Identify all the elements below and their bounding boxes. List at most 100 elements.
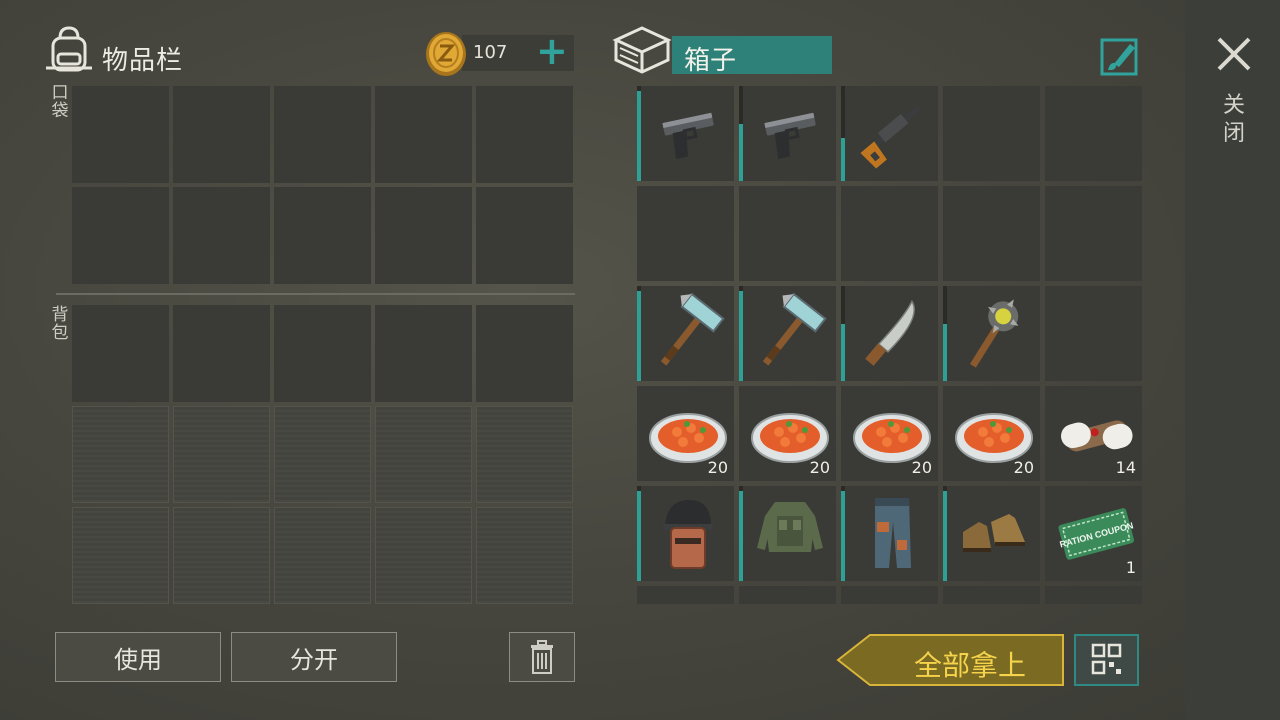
item-quantity: 20 [911,458,932,477]
sort-button[interactable] [1074,634,1139,686]
durability-fill [637,290,641,381]
locked-backpack-slot [72,507,169,604]
pocket-label: 口袋 [51,83,69,121]
container-slot-food-plate[interactable]: 20 [637,386,734,481]
backpack-slot[interactable] [173,305,270,402]
durability-bar [637,86,641,181]
backpack-slot[interactable] [375,305,472,402]
item-quantity: 14 [1115,458,1136,477]
container-slot-pistol[interactable] [637,86,734,181]
durability-fill [841,138,845,181]
container-slot-empty[interactable] [739,186,836,281]
container-slot-pants[interactable] [841,486,938,581]
pocket-slot[interactable] [274,86,371,183]
trash-button[interactable] [509,632,575,682]
container-slot-empty[interactable] [1045,286,1142,381]
use-button[interactable]: 使用 [55,632,221,682]
machete-icon [865,299,915,366]
container-slot-food-plate[interactable]: 20 [841,386,938,481]
durability-fill [841,490,845,581]
container-slot-empty[interactable] [1045,86,1142,181]
pocket-slot[interactable] [173,86,270,183]
add-coins-button[interactable]: + [536,32,568,70]
durability-bar [637,286,641,381]
container-slot-empty[interactable] [739,586,836,604]
durability-bar [841,86,845,181]
locked-backpack-slot [72,406,169,503]
container-slot-empty[interactable] [943,86,1040,181]
container-slot-empty[interactable] [1045,186,1142,281]
backpack-slot[interactable] [72,305,169,402]
pocket-slot[interactable] [476,86,573,183]
rename-brush-icon[interactable] [1100,36,1140,76]
locked-backpack-slot [274,507,371,604]
container-slot-armor-vest[interactable] [739,486,836,581]
box-title: 箱子 [684,46,737,76]
locked-backpack-slot [173,507,270,604]
durability-bar [739,486,743,581]
pocket-slot[interactable] [375,187,472,284]
section-divider [56,293,575,295]
container-slot-boots[interactable] [943,486,1040,581]
close-icon[interactable] [1214,34,1254,74]
container-slot-empty[interactable] [637,586,734,604]
container-slot-rifle[interactable] [841,86,938,181]
container-slot-spiked-club[interactable] [943,286,1040,381]
container-slot-empty[interactable] [1045,586,1142,604]
container-slot-food-plate[interactable]: 20 [739,386,836,481]
backpack-label: 背包 [51,305,69,343]
spiked-club-icon [969,299,1019,368]
item-quantity: 20 [809,458,830,477]
coin-icon [426,32,466,76]
durability-bar [943,486,947,581]
close-label[interactable]: 关闭 [1221,92,1247,148]
boots-icon [963,514,1025,552]
durability-bar [943,286,947,381]
hammer-icon [762,292,827,366]
container-slot-empty[interactable] [841,186,938,281]
backpack-slot[interactable] [274,305,371,402]
durability-bar [739,286,743,381]
trash-icon [531,640,553,674]
container-slot-empty[interactable] [943,586,1040,604]
rifle-icon [860,105,921,169]
backpack-slot[interactable] [476,305,573,402]
coupon-icon: RATION COUPON [1058,508,1134,560]
container-slot-empty[interactable] [637,186,734,281]
grid-sort-icon [1091,643,1122,675]
durability-bar [739,86,743,181]
container-slot-hammer[interactable] [637,286,734,381]
durability-bar [841,286,845,381]
container-slot-empty[interactable] [943,186,1040,281]
pocket-slot[interactable] [274,187,371,284]
container-slot-empty[interactable] [841,586,938,604]
backpack-icon [46,26,92,72]
durability-fill [739,290,743,381]
item-quantity: 20 [1013,458,1034,477]
helmet-icon [663,500,713,569]
pocket-slot[interactable] [476,187,573,284]
locked-backpack-slot [476,507,573,604]
container-slot-pistol[interactable] [739,86,836,181]
container-slot-bandage[interactable]: 14 [1045,386,1142,481]
pocket-grid [72,86,573,284]
durability-fill [739,490,743,581]
container-slot-machete[interactable] [841,286,938,381]
armor-vest-icon [757,502,823,552]
durability-fill [841,324,845,381]
durability-bar [841,486,845,581]
container-slot-hammer[interactable] [739,286,836,381]
container-slot-coupon[interactable]: RATION COUPON 1 [1045,486,1142,581]
container-slot-helmet[interactable] [637,486,734,581]
backpack-grid [72,305,573,604]
durability-fill [943,490,947,581]
locked-backpack-slot [375,406,472,503]
pocket-slot[interactable] [375,86,472,183]
container-slot-food-plate[interactable]: 20 [943,386,1040,481]
pistol-icon [662,112,714,160]
pocket-slot[interactable] [72,187,169,284]
pocket-slot[interactable] [173,187,270,284]
locked-backpack-slot [476,406,573,503]
pocket-slot[interactable] [72,86,169,183]
split-button[interactable]: 分开 [231,632,397,682]
